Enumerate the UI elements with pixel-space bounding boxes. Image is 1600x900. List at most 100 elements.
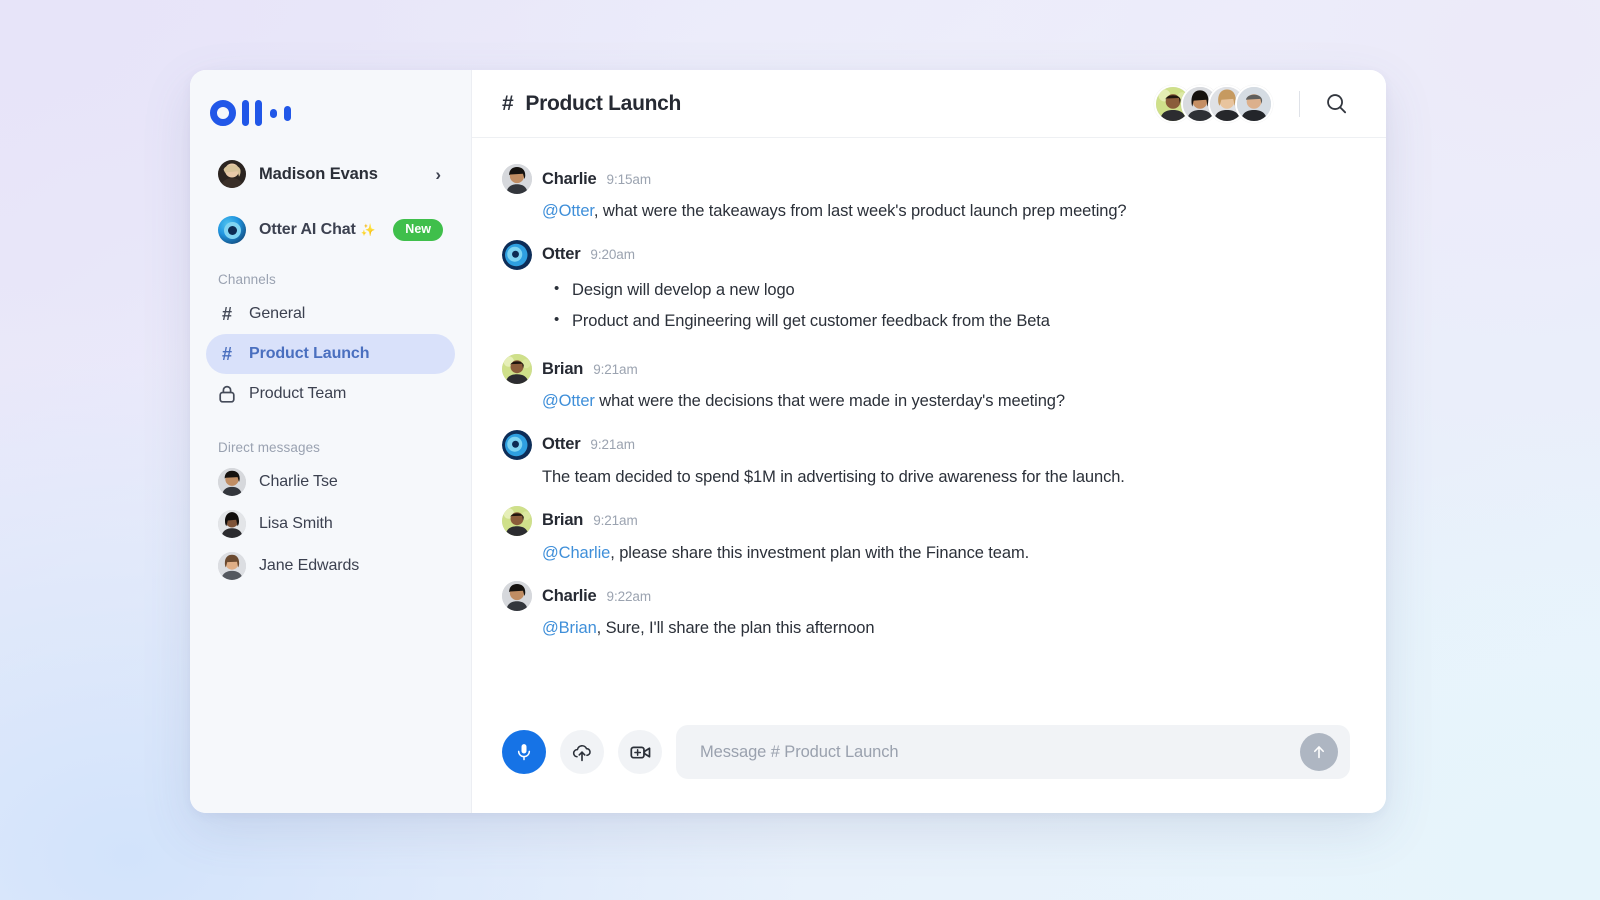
avatar	[502, 354, 532, 385]
sidebar: Madison Evans › Otter AI Chat ✨ New Chan…	[190, 70, 472, 813]
sidebar-user-name: Madison Evans	[259, 164, 378, 183]
message-header: Brian 9:21am	[502, 354, 1350, 385]
message-timestamp: 9:21am	[590, 437, 635, 453]
app-window: Madison Evans › Otter AI Chat ✨ New Chan…	[190, 70, 1386, 813]
sidebar-dm-label: Charlie Tse	[259, 473, 338, 490]
chevron-right-icon[interactable]: ›	[435, 166, 441, 183]
mention-link[interactable]: @Otter	[542, 202, 594, 220]
add-video-icon	[629, 745, 650, 759]
avatar	[502, 581, 532, 612]
message-item: Otter 9:21am The team decided to spend $…	[502, 429, 1350, 490]
message-timestamp: 9:21am	[593, 513, 638, 529]
otter-avatar-icon	[218, 216, 246, 244]
message-timestamp: 9:22am	[606, 588, 652, 604]
avatar	[218, 468, 246, 496]
sidebar-channel-label: Product Team	[249, 385, 347, 402]
logo-bar-icon	[284, 105, 291, 121]
mention-link[interactable]: @Otter	[542, 392, 595, 410]
sidebar-item-otter-ai-chat[interactable]: Otter AI Chat ✨ New	[206, 210, 455, 250]
avatar	[218, 160, 246, 188]
send-button[interactable]	[1300, 733, 1338, 771]
otter-avatar-icon	[502, 239, 532, 270]
message-text: , please share this investment plan with…	[610, 543, 1030, 562]
list-item: Product and Engineering will get custome…	[554, 306, 1350, 338]
message-item: Brian 9:21am @Charlie, please share this…	[502, 505, 1350, 566]
message-header: Otter 9:20am	[502, 239, 1350, 270]
message-timestamp: 9:15am	[606, 171, 652, 187]
sidebar-item-product-launch[interactable]: # Product Launch	[206, 334, 455, 374]
avatar	[1235, 84, 1273, 123]
channel-title-text: Product Launch	[525, 91, 682, 115]
logo-bar-icon	[242, 100, 249, 126]
logo-ring-icon	[210, 100, 236, 126]
sidebar-dm-jane-edwards[interactable]: Jane Edwards	[206, 546, 455, 586]
sidebar-item-product-team[interactable]: Product Team	[206, 374, 455, 414]
message-text: , Sure, I'll share the plan this afterno…	[596, 619, 875, 638]
message-body: @Brian, Sure, I'll share the plan this a…	[502, 616, 1350, 641]
sparkle-icon: ✨	[360, 223, 376, 237]
hash-icon: #	[502, 91, 514, 115]
list-item: Design will develop a new logo	[554, 275, 1350, 307]
message-item: Charlie 9:15am @Otter, what were the tak…	[502, 164, 1350, 224]
video-button[interactable]	[618, 730, 662, 774]
message-header: Charlie 9:22am	[502, 581, 1350, 612]
avatar	[218, 510, 246, 538]
sidebar-dm-label: Jane Edwards	[259, 557, 360, 574]
cloud-upload-icon	[572, 745, 591, 762]
arrow-up-icon	[1314, 746, 1324, 759]
page-title: # Product Launch	[502, 92, 681, 116]
message-timestamp: 9:21am	[593, 361, 638, 377]
message-header: Otter 9:21am	[502, 429, 1350, 460]
avatar	[218, 552, 246, 580]
sidebar-user-profile[interactable]: Madison Evans ›	[206, 154, 455, 194]
sidebar-channel-label: Product Launch	[249, 345, 370, 362]
logo-dot-icon	[270, 108, 277, 118]
microphone-button[interactable]	[502, 730, 546, 774]
sidebar-item-general[interactable]: # General	[206, 294, 455, 334]
message-composer	[472, 717, 1386, 813]
upload-button[interactable]	[560, 730, 604, 774]
message-list: Charlie 9:15am @Otter, what were the tak…	[472, 138, 1386, 717]
channels-section-label: Channels	[218, 272, 276, 287]
hash-icon: #	[221, 343, 232, 364]
message-body: The team decided to spend $1M in adverti…	[542, 467, 1125, 486]
microphone-icon	[517, 744, 531, 761]
new-badge: New	[393, 219, 443, 241]
search-icon[interactable]	[1322, 90, 1350, 118]
message-author: Otter	[542, 435, 581, 454]
sidebar-channel-label: General	[249, 305, 306, 322]
otter-chat-text: Otter AI Chat	[259, 221, 356, 238]
message-author: Brian	[542, 511, 584, 530]
message-header: Charlie 9:15am	[502, 164, 1350, 194]
message-header: Brian 9:21am	[502, 505, 1350, 536]
message-input[interactable]	[700, 742, 1300, 762]
member-avatar-stack[interactable]	[1154, 84, 1273, 123]
otter-logo[interactable]	[190, 92, 471, 128]
message-item: Otter 9:20am Design will develop a new l…	[502, 239, 1350, 338]
sidebar-dm-charlie-tse[interactable]: Charlie Tse	[206, 462, 455, 502]
logo-bar-icon	[255, 100, 262, 126]
message-body: @Otter, what were the takeaways from las…	[502, 199, 1350, 224]
sidebar-dm-label: Lisa Smith	[259, 515, 333, 532]
message-body: @Otter what were the decisions that were…	[502, 389, 1350, 414]
message-text: what were the decisions that were made i…	[594, 392, 1065, 411]
message-item: Charlie 9:22am @Brian, Sure, I'll share …	[502, 581, 1350, 641]
hash-icon: #	[221, 303, 232, 324]
otter-avatar-icon	[502, 429, 532, 460]
channel-header: # Product Launch	[472, 70, 1386, 138]
message-text: , what were the takeaways from last week…	[593, 202, 1127, 220]
lock-icon	[218, 385, 236, 403]
mention-link[interactable]: @Brian	[542, 619, 597, 637]
message-author: Brian	[542, 359, 584, 378]
sidebar-dm-lisa-smith[interactable]: Lisa Smith	[206, 504, 455, 544]
message-author: Otter	[542, 245, 581, 264]
message-item: Brian 9:21am @Otter what were the decisi…	[502, 354, 1350, 414]
mention-link[interactable]: @Charlie	[542, 544, 610, 562]
message-author: Charlie	[542, 169, 597, 188]
message-bullet-list: Design will develop a new logo Product a…	[502, 275, 1350, 338]
main-panel: # Product Launch Charlie 9:15am @Otter, …	[472, 70, 1386, 813]
message-timestamp: 9:20am	[590, 247, 635, 263]
message-input-wrapper[interactable]	[676, 725, 1350, 779]
avatar	[502, 505, 532, 536]
header-divider	[1299, 90, 1300, 117]
